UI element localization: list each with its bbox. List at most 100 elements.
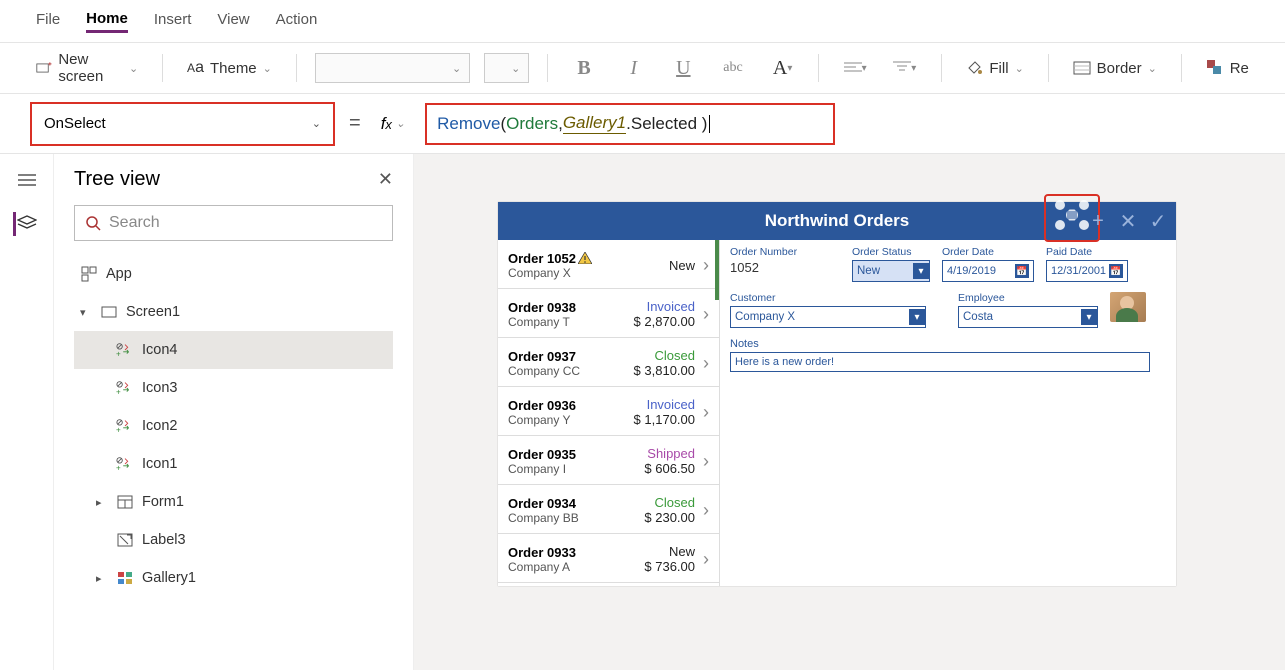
gallery-item[interactable]: Order 0935Company IShipped$ 606.50› [498, 436, 719, 485]
svg-text:+: + [116, 425, 121, 434]
customer-dropdown[interactable]: Company X▾ [730, 306, 926, 328]
formula-token-control: Gallery1 [563, 113, 626, 134]
tree-node-label3[interactable]: Label3 [74, 521, 393, 559]
check-icon[interactable]: ✓ [1148, 211, 1168, 231]
search-input[interactable]: Search [74, 205, 393, 241]
theme-label: Theme [210, 60, 257, 77]
underline-button[interactable]: U [666, 53, 702, 83]
chevron-right-icon: › [703, 549, 709, 570]
field-label: Paid Date [1046, 246, 1128, 258]
field-label: Order Date [942, 246, 1034, 258]
tree-node-icon1[interactable]: + Icon1 [74, 445, 393, 483]
tree-node-icon: + [116, 455, 134, 473]
gallery-item[interactable]: Order 1052Company XNew› [498, 240, 719, 289]
search-icon [85, 215, 101, 231]
chevron-right-icon: › [703, 402, 709, 423]
tree-label: Screen1 [126, 304, 180, 320]
fill-button[interactable]: Fill ⌄ [959, 59, 1029, 77]
font-size-dropdown[interactable]: ⌄ [484, 53, 529, 83]
tree-node-form1[interactable]: ▸Form1 [74, 483, 393, 521]
canvas[interactable]: Northwind Orders [414, 154, 1285, 670]
svg-text:+: + [116, 387, 121, 396]
tree-view-panel: Tree view ✕ Search App ▾ Screen1 +Icon4+… [54, 154, 414, 670]
app-title: Northwind Orders [765, 211, 910, 231]
chevron-right-icon: › [703, 353, 709, 374]
reorder-button[interactable]: Re [1200, 59, 1255, 77]
tree-label: Icon3 [142, 380, 177, 396]
trash-icon-selected[interactable] [1054, 199, 1090, 236]
tree-node-icon2[interactable]: +Icon2 [74, 407, 393, 445]
tree-node-icon4[interactable]: +Icon4 [74, 331, 393, 369]
gallery-item[interactable]: Order 0934Company BBClosed$ 230.00› [498, 485, 719, 534]
tree-node-icon [116, 531, 134, 549]
tree-label: Label3 [142, 532, 186, 548]
new-screen-label: New screen [58, 51, 123, 85]
formula-input[interactable]: Remove( Orders, Gallery1.Selected ) [425, 103, 835, 145]
chevron-right-icon: › [703, 451, 709, 472]
paid-date-input[interactable]: 12/31/2001📅 [1046, 260, 1128, 282]
chevron-right-icon: › [703, 255, 709, 276]
property-selector-value: OnSelect [44, 115, 106, 132]
field-label: Order Status [852, 246, 930, 258]
menu-bar: File Home Insert View Action [0, 0, 1285, 42]
tree-label: Form1 [142, 494, 184, 510]
tree-node-icon [116, 569, 134, 587]
ribbon: New screen ⌄ Aa Theme ⌄ ⌄ ⌄ B I U abc A▾… [0, 42, 1285, 94]
align-button[interactable]: ▾ [837, 53, 873, 83]
gallery-item[interactable]: Order 0938Company TInvoiced$ 2,870.00› [498, 289, 719, 338]
tree-node-icon: + [116, 341, 134, 359]
property-selector[interactable]: OnSelect ⌄ [30, 102, 335, 146]
svg-text:+: + [116, 349, 121, 358]
formula-token-function: Remove [437, 114, 500, 134]
menu-home[interactable]: Home [86, 10, 128, 33]
new-screen-button[interactable]: New screen ⌄ [30, 51, 144, 85]
tree-view-title: Tree view [74, 168, 160, 191]
chevron-right-icon: › [703, 304, 709, 325]
theme-button[interactable]: Aa Theme ⌄ [181, 59, 278, 77]
employee-dropdown[interactable]: Costa▾ [958, 306, 1098, 328]
italic-button[interactable]: I [616, 53, 652, 83]
app-preview: Northwind Orders [498, 202, 1176, 586]
plus-icon[interactable]: + [1088, 211, 1108, 231]
close-icon[interactable]: ✕ [378, 169, 393, 190]
gallery-item[interactable]: Order 0936Company YInvoiced$ 1,170.00› [498, 387, 719, 436]
tree-label: Icon1 [142, 456, 177, 472]
menu-view[interactable]: View [217, 11, 249, 31]
tree-node-gallery1[interactable]: ▸Gallery1 [74, 559, 393, 597]
order-number-value: 1052 [730, 260, 840, 275]
menu-action[interactable]: Action [276, 11, 318, 31]
formula-token-datasource: Orders [506, 114, 558, 134]
left-rail [0, 154, 54, 670]
menu-insert[interactable]: Insert [154, 11, 192, 31]
gallery-item[interactable]: Order 0937Company CCClosed$ 3,810.00› [498, 338, 719, 387]
reorder-label: Re [1230, 60, 1249, 77]
tree-node-app[interactable]: App [74, 255, 393, 293]
hamburger-icon[interactable] [15, 168, 39, 192]
notes-input[interactable]: Here is a new order! [730, 352, 1150, 372]
tree-node-icon3[interactable]: + Icon3 [74, 369, 393, 407]
font-family-dropdown[interactable]: ⌄ [315, 53, 471, 83]
strikethrough-button[interactable]: abc [715, 53, 751, 83]
order-date-input[interactable]: 4/19/2019📅 [942, 260, 1034, 282]
font-color-button[interactable]: A▾ [765, 53, 801, 83]
menu-file[interactable]: File [36, 11, 60, 31]
gallery-item[interactable]: Order 0933Company ANew$ 736.00› [498, 534, 719, 583]
fill-label: Fill [989, 60, 1008, 77]
cancel-icon[interactable]: ✕ [1118, 211, 1138, 231]
bold-button[interactable]: B [566, 53, 602, 83]
field-label: Notes [730, 338, 1166, 350]
layers-icon[interactable] [13, 212, 37, 236]
border-button[interactable]: Border ⌄ [1067, 60, 1163, 77]
formula-bar: OnSelect ⌄ = fx ⌄ Remove( Orders, Galler… [0, 94, 1285, 154]
border-label: Border [1097, 60, 1142, 77]
vertical-align-button[interactable]: ▾ [887, 53, 923, 83]
order-form: Order Number 1052 Order Status New▾ Orde… [720, 240, 1176, 586]
field-label: Employee [958, 292, 1098, 304]
tree-node-screen[interactable]: ▾ Screen1 [74, 293, 393, 331]
orders-gallery[interactable]: Order 1052Company XNew›Order 0938Company… [498, 240, 720, 586]
app-title-bar: Northwind Orders [498, 202, 1176, 240]
order-status-dropdown[interactable]: New▾ [852, 260, 930, 282]
chevron-right-icon: › [703, 500, 709, 521]
fx-button[interactable]: fx ⌄ [375, 114, 411, 134]
field-label: Order Number [730, 246, 840, 258]
